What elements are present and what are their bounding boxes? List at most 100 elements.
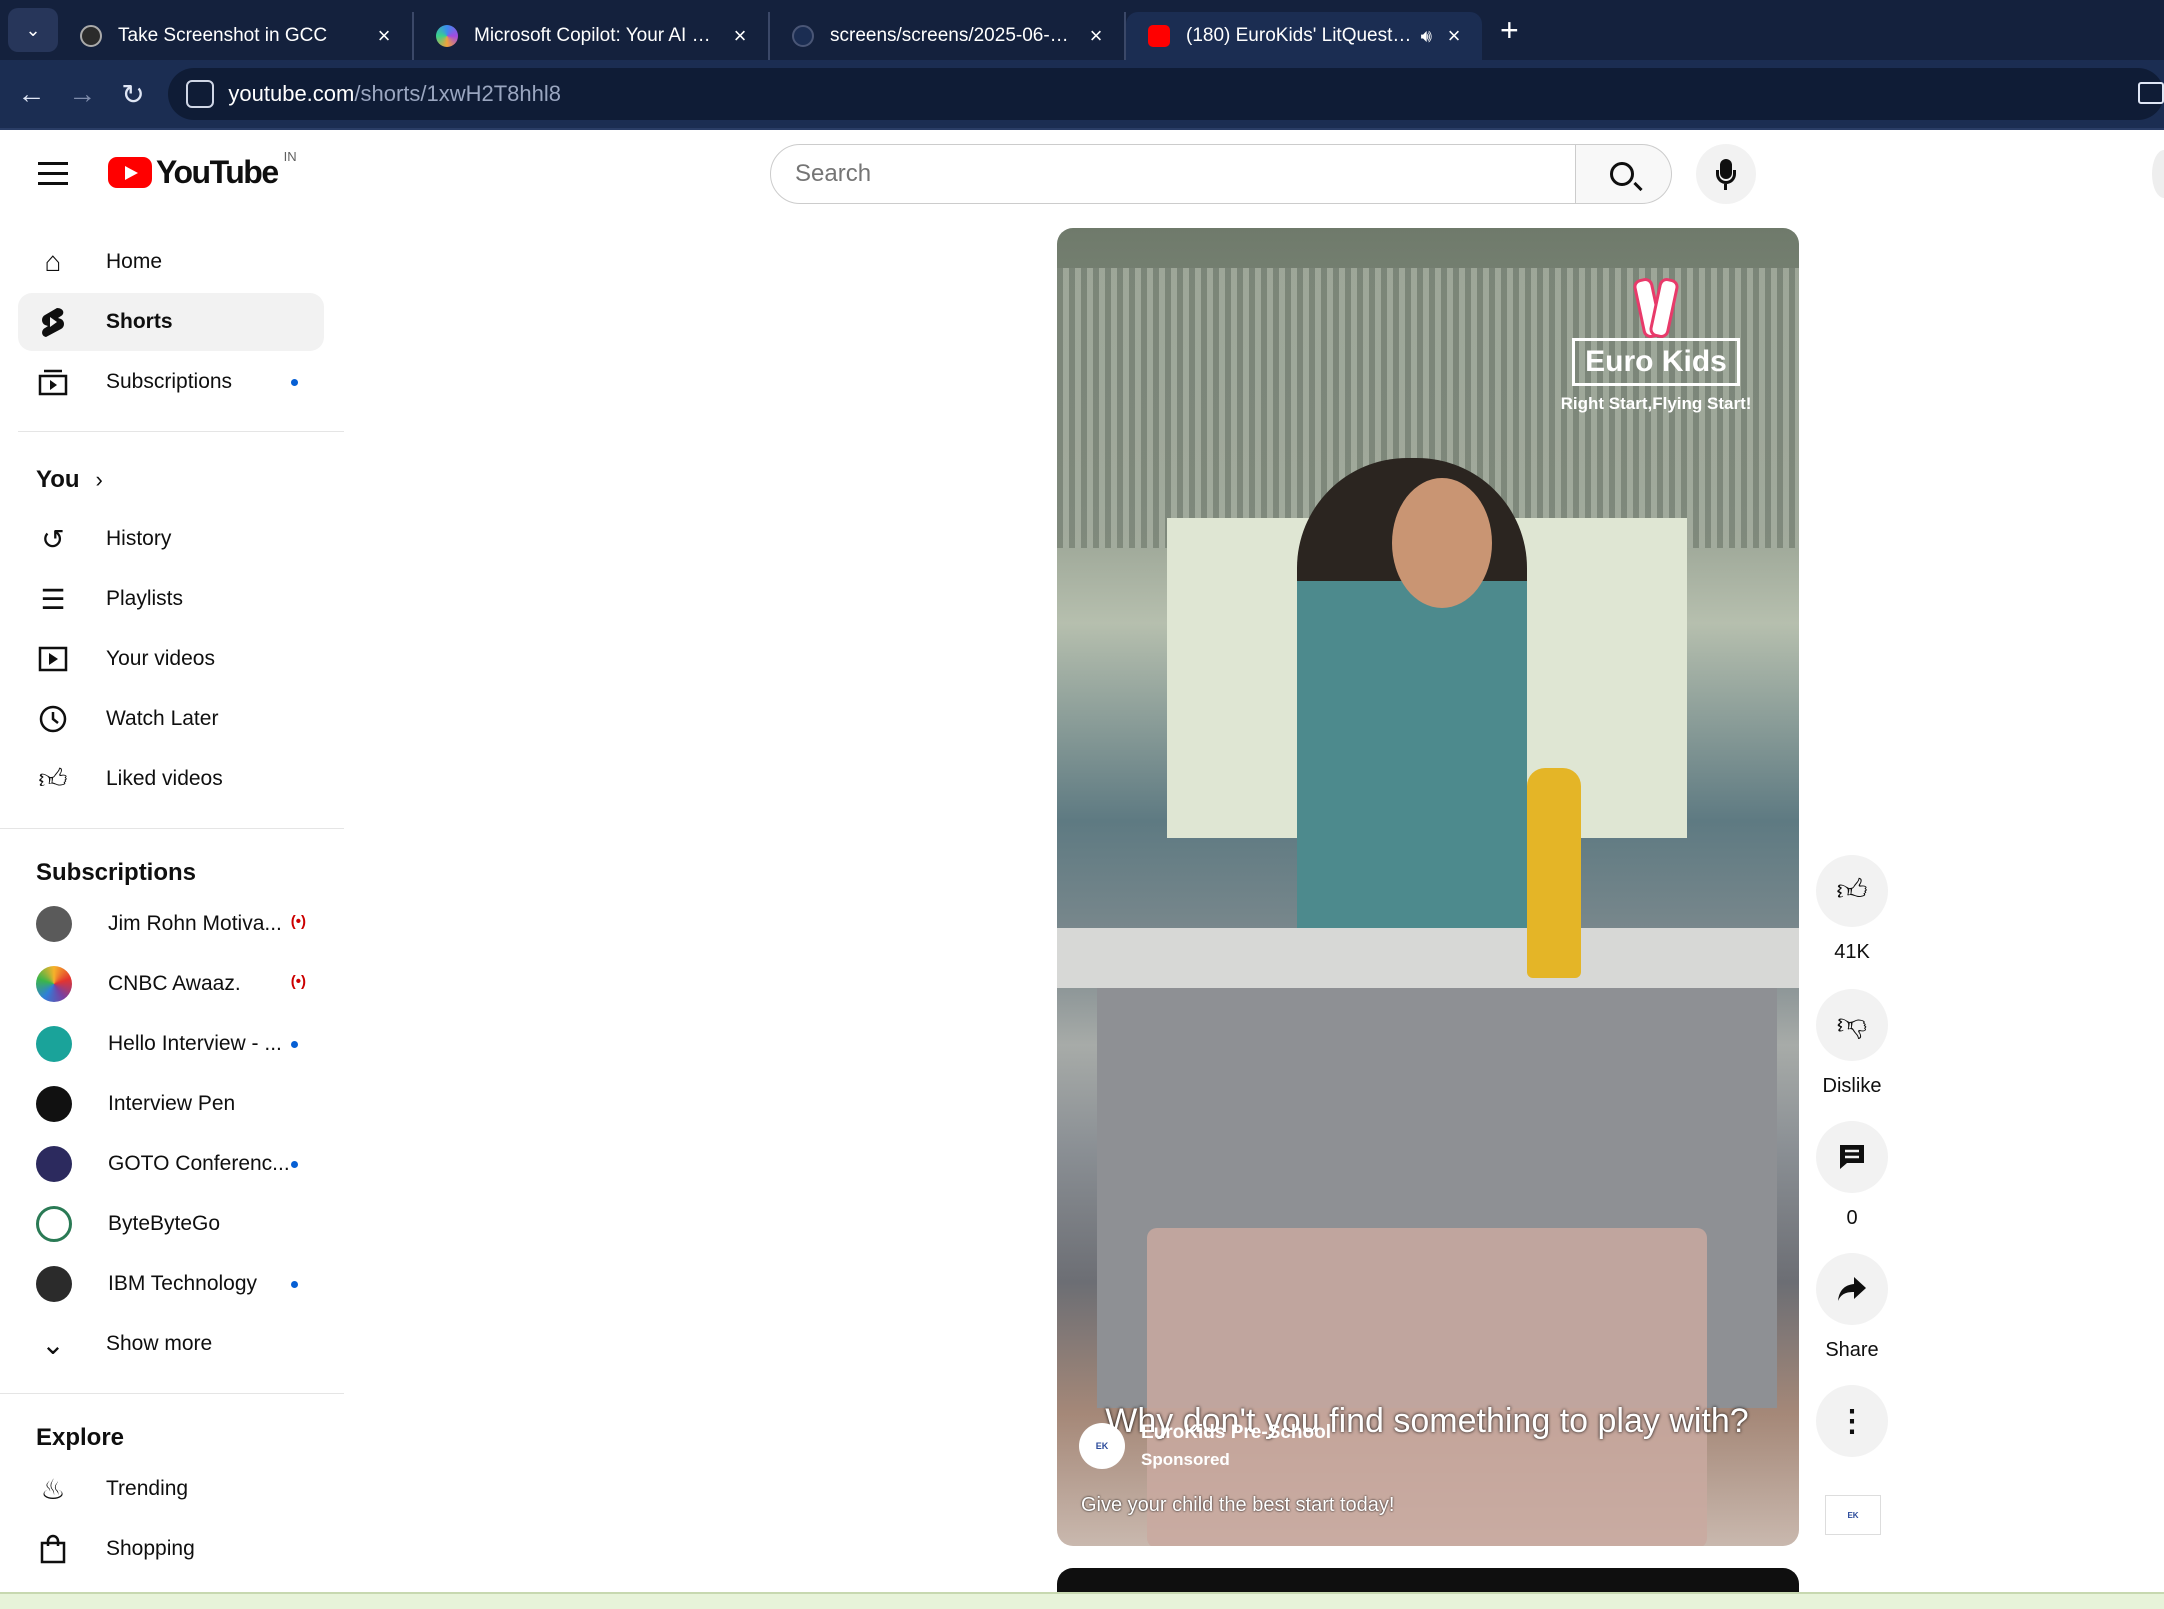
sidebar-item-subscriptions[interactable]: Subscriptions xyxy=(18,353,324,411)
close-icon[interactable]: × xyxy=(728,23,752,49)
chevron-down-icon: ⌄ xyxy=(41,1328,65,1360)
like-count: 41K xyxy=(1834,941,1870,963)
sidebar-item-trending[interactable]: ♨ Trending xyxy=(18,1460,324,1518)
menu-icon[interactable] xyxy=(38,162,68,192)
browser-tab-1[interactable]: Take Screenshot in GCC × xyxy=(58,12,414,60)
trending-icon: ♨ xyxy=(40,1473,66,1505)
channel-name[interactable]: EuroKids Pre-School xyxy=(1141,1422,1331,1444)
new-content-dot xyxy=(291,1041,298,1048)
close-icon[interactable]: × xyxy=(1084,23,1108,49)
sidebar-item-shorts[interactable]: Shorts xyxy=(18,293,324,351)
channel-avatar[interactable]: EK xyxy=(1079,1423,1125,1469)
sidebar-item-label: Show more xyxy=(106,1332,213,1355)
sidebar: ⌂ Home Shorts Subscriptions You › ↺ Histo… xyxy=(0,218,344,1598)
search-button[interactable] xyxy=(1576,144,1672,204)
sidebar-item-label: Interview Pen xyxy=(108,1092,236,1115)
sponsor-logo-thumbnail[interactable]: EK xyxy=(1825,1495,1881,1535)
history-icon: ↺ xyxy=(41,523,65,555)
show-more-button[interactable]: ⌄ Show more xyxy=(18,1315,324,1373)
tab-title: (180) EuroKids' LitQuest Program xyxy=(1186,25,1415,46)
sidebar-item-label: IBM Technology xyxy=(108,1272,258,1295)
subscriptions-title: Subscriptions xyxy=(36,859,197,886)
sidebar-item-your-videos[interactable]: Your videos xyxy=(18,630,324,688)
sidebar-item-liked-videos[interactable]: 👍︎ Liked videos xyxy=(18,750,324,808)
avatar xyxy=(36,1026,72,1062)
subscriptions-icon xyxy=(36,365,70,399)
live-icon: (•) xyxy=(290,913,306,930)
sidebar-item-shopping[interactable]: Shopping xyxy=(18,1520,324,1578)
logo-text: YouTube xyxy=(156,154,279,190)
like-button[interactable]: 👍︎ xyxy=(1816,855,1888,927)
more-vert-icon: ⋮ xyxy=(1837,1404,1867,1438)
browser-tab-4-active[interactable]: (180) EuroKids' LitQuest Program 🔊︎ × xyxy=(1126,12,1482,60)
sidebar-item-label: Home xyxy=(106,250,163,273)
divider xyxy=(0,828,344,829)
comments-button[interactable] xyxy=(1816,1121,1888,1193)
close-icon[interactable]: × xyxy=(1442,23,1466,49)
more-options-button[interactable]: ⋮ xyxy=(1816,1385,1888,1457)
sidebar-item-label: Watch Later xyxy=(106,707,219,730)
close-icon[interactable]: × xyxy=(372,23,396,49)
search-box xyxy=(770,144,1672,204)
new-content-dot xyxy=(291,379,298,386)
address-bar-row: ← → ↻ youtube.com/shorts/1xwH2T8hhl8 xyxy=(0,60,2164,130)
share-button[interactable] xyxy=(1816,1253,1888,1325)
sidebar-sub-interview-pen[interactable]: Interview Pen xyxy=(18,1075,324,1133)
browser-tab-bar: ⌄ Take Screenshot in GCC × Microsoft Cop… xyxy=(0,0,2164,60)
screenshot-icon xyxy=(80,25,102,47)
video-description[interactable]: Give your child the best start today! xyxy=(1081,1494,1395,1517)
liked-videos-icon: 👍︎ xyxy=(38,763,68,794)
sidebar-item-label: CNBC Awaaz. xyxy=(108,972,241,995)
youtube-play-icon xyxy=(108,157,152,188)
channel-info[interactable]: EK EuroKids Pre-School Sponsored xyxy=(1079,1422,1331,1470)
divider xyxy=(0,1393,344,1394)
voice-search-button[interactable] xyxy=(1696,144,1756,204)
bunny-ears-icon xyxy=(1636,278,1676,338)
sidebar-sub-ibm-technology[interactable]: IBM Technology xyxy=(18,1255,324,1313)
sidebar-sub-bytebytego[interactable]: ByteByteGo xyxy=(18,1195,324,1253)
like-action: 👍︎ 41K xyxy=(1815,855,1889,964)
your-videos-icon xyxy=(36,642,70,676)
sidebar-sub-goto-conferences[interactable]: GOTO Conferenc... xyxy=(18,1135,324,1193)
sidebar-item-label: Shopping xyxy=(106,1537,195,1560)
video-scene-bottle xyxy=(1527,768,1581,978)
site-info-icon[interactable] xyxy=(186,80,215,108)
install-app-icon[interactable] xyxy=(2138,82,2164,104)
browser-tab-3[interactable]: screens/screens/2025-06-12_09 × xyxy=(770,12,1126,60)
sidebar-item-label: GOTO Conferenc... xyxy=(108,1152,290,1175)
you-section-title[interactable]: You › xyxy=(36,466,103,494)
sidebar-item-watch-later[interactable]: Watch Later xyxy=(18,690,324,748)
more-action: ⋮ xyxy=(1815,1385,1889,1457)
sidebar-item-history[interactable]: ↺ History xyxy=(18,510,324,568)
avatar xyxy=(36,966,72,1002)
sidebar-item-label: Shorts xyxy=(106,310,173,333)
sidebar-sub-hello-interview[interactable]: Hello Interview - ... xyxy=(18,1015,324,1073)
you-title: You xyxy=(36,466,80,493)
tab-search-button[interactable]: ⌄ xyxy=(8,8,58,52)
back-icon[interactable]: ← xyxy=(6,78,57,110)
speaker-icon[interactable]: 🔊︎ xyxy=(1421,26,1432,47)
sidebar-item-home[interactable]: ⌂ Home xyxy=(18,233,324,291)
new-tab-button[interactable]: + xyxy=(1500,12,1519,49)
github-icon xyxy=(792,25,814,47)
shorts-video-player[interactable]: Euro Kids Right Start,Flying Start! Why … xyxy=(1057,228,1799,1546)
avatar xyxy=(36,1086,72,1122)
watch-later-icon xyxy=(36,702,70,736)
forward-icon[interactable]: → xyxy=(57,78,108,110)
sidebar-item-label: Subscriptions xyxy=(106,370,233,393)
sidebar-sub-cnbc-awaaz[interactable]: CNBC Awaaz. (•) xyxy=(18,955,324,1013)
sidebar-item-label: Playlists xyxy=(106,587,184,610)
url-field[interactable]: youtube.com/shorts/1xwH2T8hhl8 xyxy=(168,68,2164,120)
browser-tab-2[interactable]: Microsoft Copilot: Your AI companion × xyxy=(414,12,770,60)
search-input[interactable] xyxy=(770,144,1576,204)
home-icon: ⌂ xyxy=(44,246,62,277)
explore-section-title: Explore xyxy=(36,1424,124,1452)
sidebar-item-playlists[interactable]: ☰ Playlists xyxy=(18,570,324,628)
share-icon xyxy=(1838,1277,1866,1301)
sidebar-sub-jim-rohn[interactable]: Jim Rohn Motiva... (•) xyxy=(18,895,324,953)
tab-title: screens/screens/2025-06-12_09 xyxy=(830,25,1074,46)
youtube-logo[interactable]: YouTube IN xyxy=(108,149,297,191)
dislike-button[interactable]: 👎︎ xyxy=(1816,989,1888,1061)
reload-icon[interactable]: ↻ xyxy=(108,78,159,111)
dislike-label: Dislike xyxy=(1822,1075,1882,1097)
